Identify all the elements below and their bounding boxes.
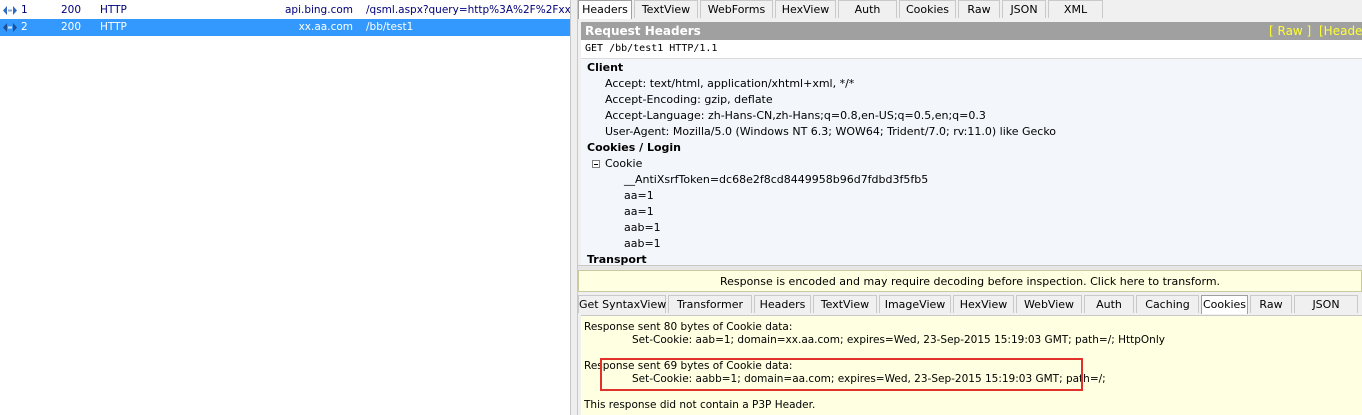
tab-response-hexview[interactable]: HexView [953,295,1014,313]
request-header-tree[interactable]: Client Accept: text/html, application/xh… [581,59,1362,265]
header-accept-language[interactable]: Accept-Language: zh-Hans-CN,zh-Hans;q=0.… [605,108,986,124]
request-line-text: GET /bb/test1 HTTP/1.1 [585,43,718,54]
session-list[interactable]: 1 200 HTTP api.bing.com /qsml.aspx?query… [0,0,570,415]
response-cookies-view[interactable]: Response sent 80 bytes of Cookie data: S… [581,315,1362,415]
group-client[interactable]: Client [587,60,623,76]
cookie-item[interactable]: aa=1 [624,204,654,220]
encoding-notice-bar[interactable]: Response is encoded and may require deco… [578,270,1362,292]
tab-response-imageview[interactable]: ImageView [879,295,951,313]
tab-response-raw[interactable]: Raw [1250,295,1292,313]
request-headers-title: Request Headers [585,24,701,38]
tab-request-raw[interactable]: Raw [958,0,1000,18]
cookie-node[interactable]: Cookie [605,156,642,172]
session-host: xx.aa.com [298,21,353,33]
tab-request-xml[interactable]: XML [1048,0,1103,18]
session-host: api.bing.com [284,4,353,16]
tab-request-auth[interactable]: Auth [838,0,897,18]
cookie-item[interactable]: aab=1 [624,236,661,252]
session-protocol: HTTP [100,21,127,33]
tab-response-transformer[interactable]: Transformer [668,295,752,313]
cookie-item[interactable]: __AntiXsrfToken=dc68e2f8cd8449958b96d7fd… [624,172,928,188]
inspector-panel: Headers TextView WebForms HexView Auth C… [578,0,1362,415]
cookie-block-1-line: Set-Cookie: aab=1; domain=xx.aa.com; exp… [632,334,1165,346]
cookie-block-2-line: Set-Cookie: aabb=1; domain=aa.com; expir… [632,373,1106,385]
cookie-item[interactable]: aa=1 [624,188,654,204]
tab-request-hexview[interactable]: HexView [775,0,836,18]
group-transport[interactable]: Transport [587,252,647,265]
request-arrows-icon [3,23,17,32]
tab-response-textview[interactable]: TextView [813,295,877,313]
tab-request-webforms[interactable]: WebForms [700,0,773,18]
header-accept[interactable]: Accept: text/html, application/xhtml+xml… [605,76,854,92]
request-arrows-icon [3,6,17,15]
session-url: /bb/test1 [366,21,414,33]
request-line: GET /bb/test1 HTTP/1.1 [581,40,1362,59]
session-result: 200 [61,4,82,16]
tab-response-webview[interactable]: WebView [1016,295,1082,313]
session-row-1[interactable]: 1 200 HTTP api.bing.com /qsml.aspx?query… [0,2,570,19]
tab-request-cookies[interactable]: Cookies [899,0,956,18]
tab-response-syntaxview[interactable]: Get SyntaxView [578,295,666,313]
request-headers-title-bar: Request Headers [ Raw ] [Header [581,22,1362,40]
tab-request-textview[interactable]: TextView [634,0,698,18]
header-accept-encoding[interactable]: Accept-Encoding: gzip, deflate [605,92,773,108]
cookie-block-1-title: Response sent 80 bytes of Cookie data: [584,321,793,333]
tab-response-auth[interactable]: Auth [1084,295,1134,313]
group-cookies-login[interactable]: Cookies / Login [587,140,681,156]
vertical-splitter[interactable] [570,0,578,415]
session-id: 2 [21,21,28,33]
cookie-item[interactable]: aab=1 [624,220,661,236]
cookie-block-2-title: Response sent 69 bytes of Cookie data: [584,360,793,372]
session-result: 200 [61,21,82,33]
session-row-2[interactable]: 2 200 HTTP xx.aa.com /bb/test1 [0,19,570,36]
tab-response-cookies[interactable]: Cookies [1201,295,1248,314]
request-tab-bar: Headers TextView WebForms HexView Auth C… [578,0,1362,19]
tab-request-json[interactable]: JSON [1002,0,1046,18]
session-id: 1 [21,4,28,16]
header-definitions-link[interactable]: [Header [1319,22,1362,40]
tab-response-headers[interactable]: Headers [754,295,811,313]
session-protocol: HTTP [100,4,127,16]
tab-request-headers[interactable]: Headers [578,0,632,19]
raw-link[interactable]: [ Raw ] [1269,22,1311,40]
header-user-agent[interactable]: User-Agent: Mozilla/5.0 (Windows NT 6.3;… [605,124,1056,140]
p3p-note: This response did not contain a P3P Head… [584,399,816,411]
response-tab-bar: Get SyntaxView Transformer Headers TextV… [578,295,1362,314]
tab-response-json[interactable]: JSON [1294,295,1358,313]
collapse-icon[interactable] [592,160,600,168]
session-url: /qsml.aspx?query=http%3A%2F%2Fxx.a [366,4,570,16]
tab-response-caching[interactable]: Caching [1136,295,1199,313]
